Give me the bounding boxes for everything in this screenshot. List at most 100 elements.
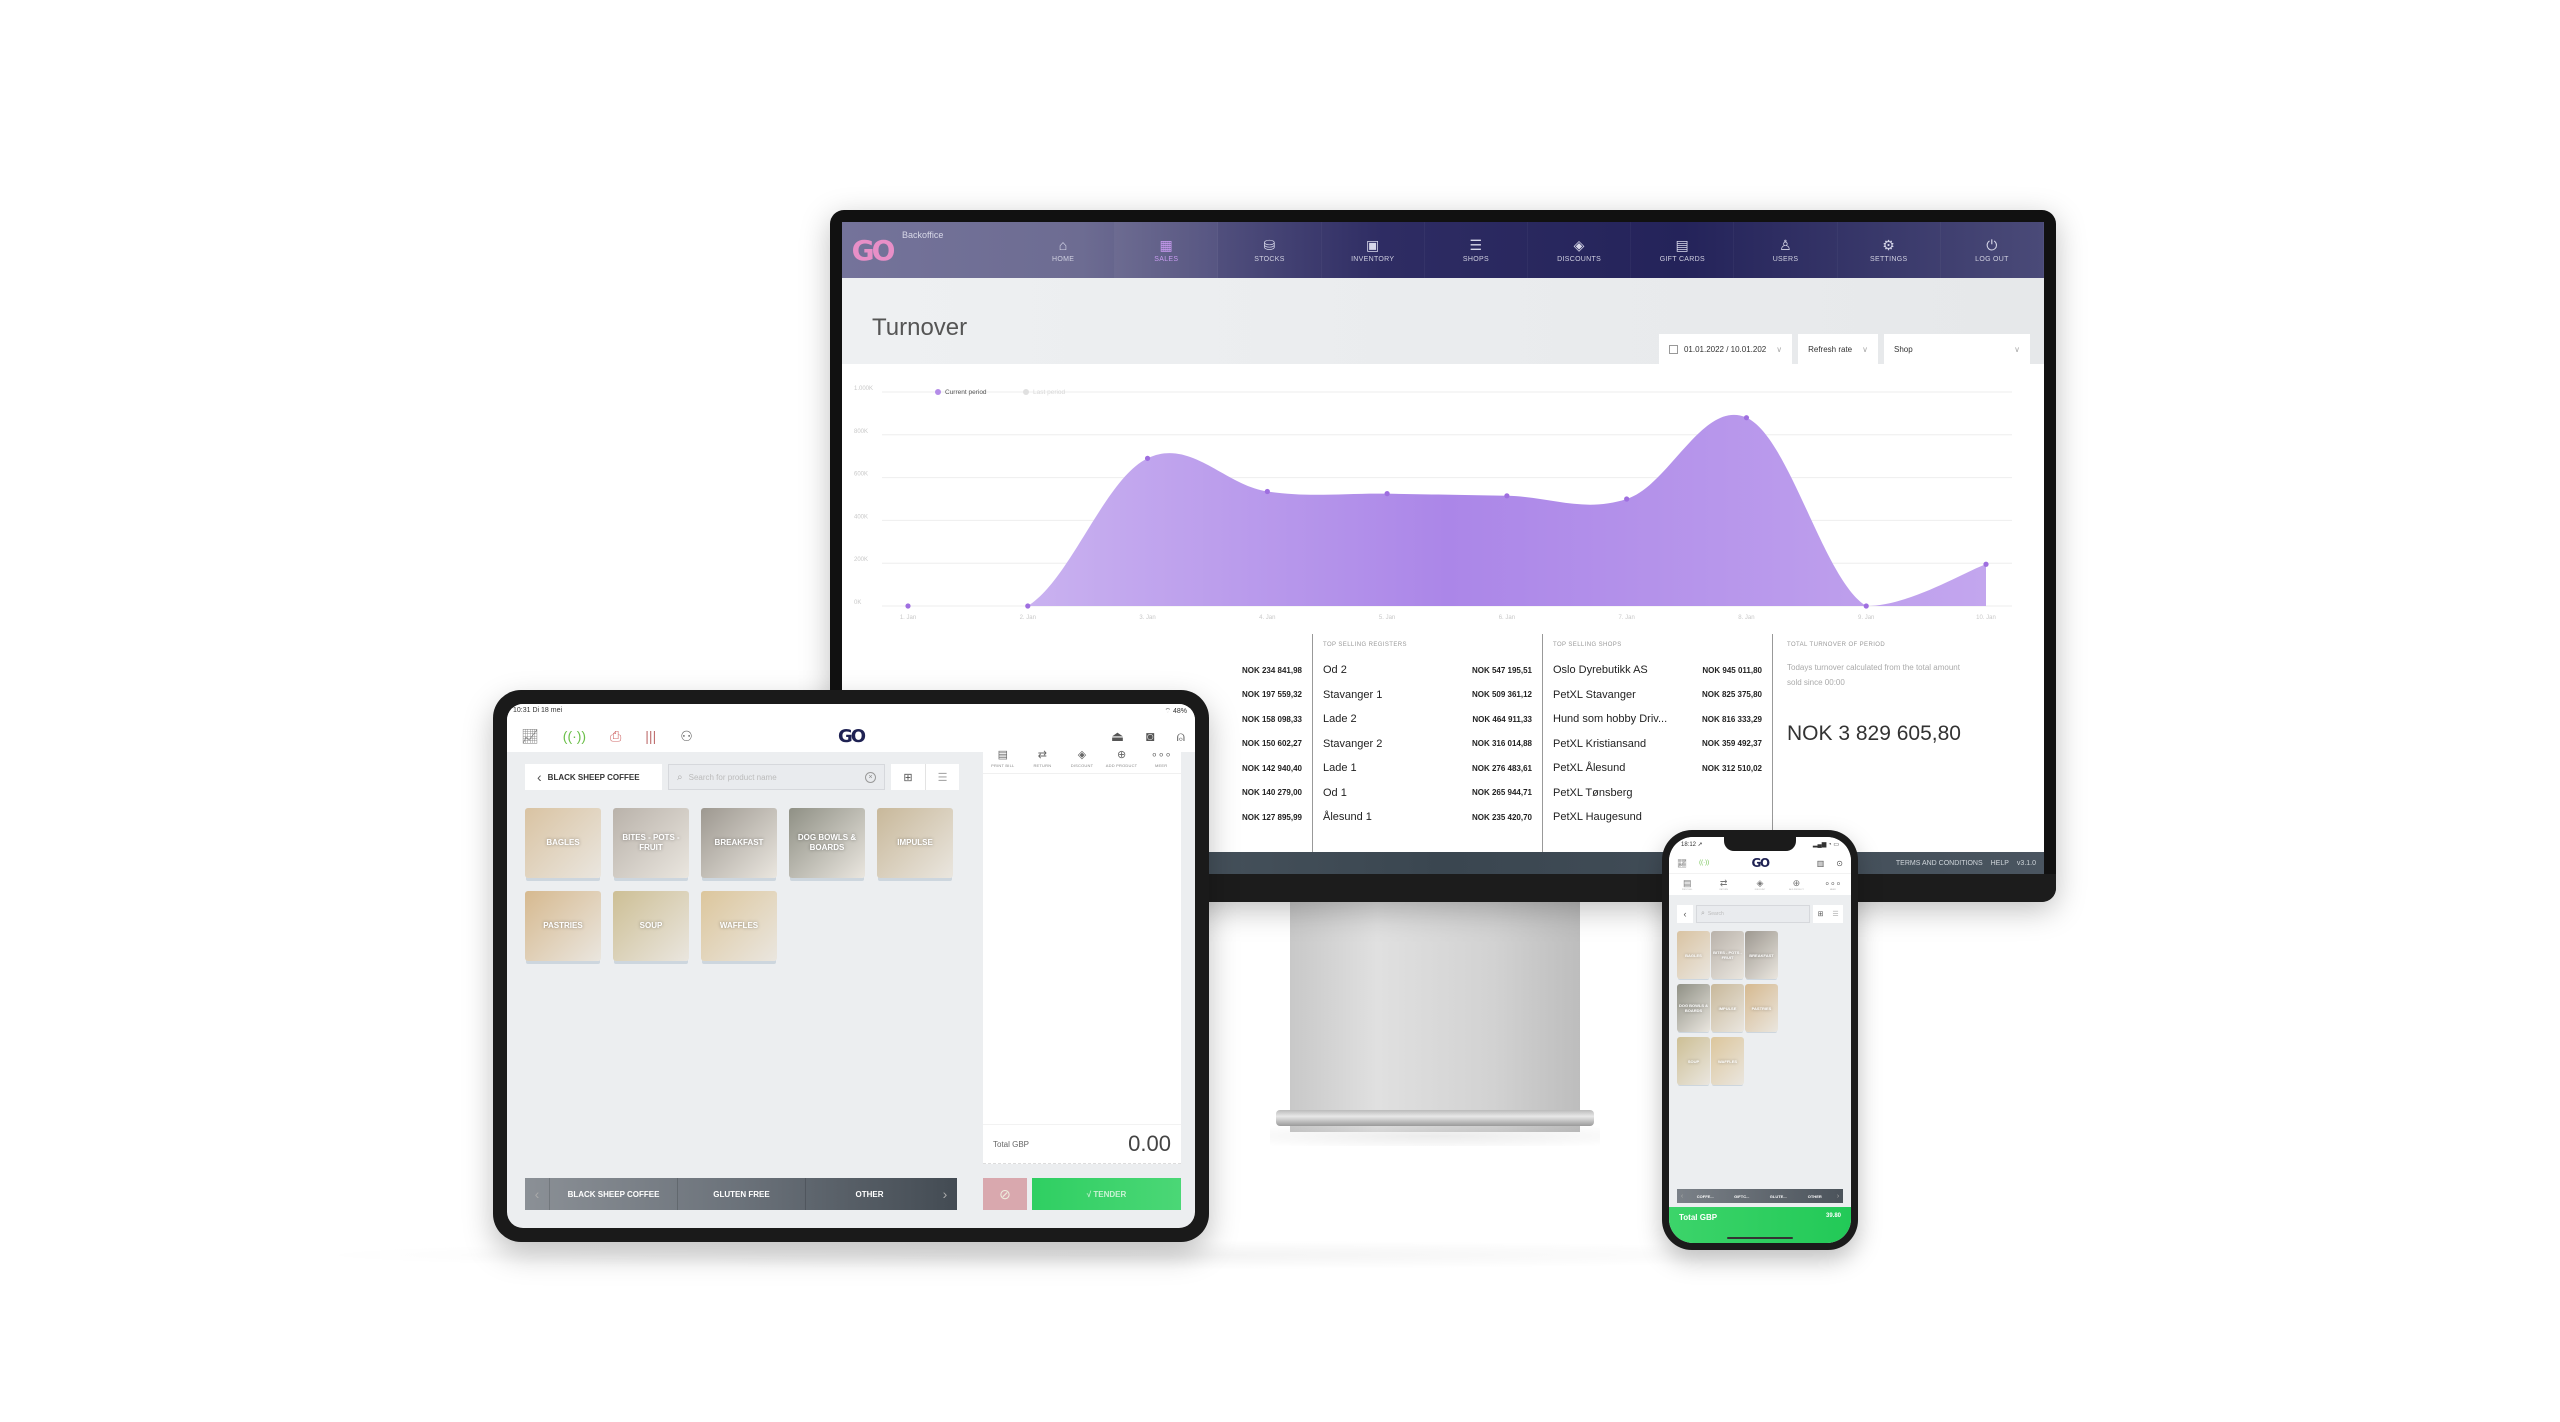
category-tile[interactable]: BITES - POTS - FRUIT	[1711, 931, 1744, 979]
category-tab[interactable]: GLUTEN FREE	[677, 1178, 805, 1210]
category-tile[interactable]: DOG BOWLS & BOARDS	[789, 808, 865, 878]
category-tab[interactable]: OTHER	[805, 1178, 933, 1210]
row-value: NOK 825 375,80	[1701, 690, 1762, 700]
list-view-button[interactable]: ☰	[925, 764, 959, 790]
signal-icon[interactable]: ((·))	[1699, 860, 1709, 866]
stats-icon[interactable]: 📈︎	[1677, 859, 1687, 868]
category-tab[interactable]: GIFTC...	[1724, 1189, 1761, 1203]
table-row: PetXL Haugesund	[1553, 805, 1762, 830]
row-value: NOK 158 098,33	[1241, 714, 1302, 724]
clock-out-icon[interactable]: ⚇	[680, 728, 693, 745]
phone-search-row: ‹ ⌕ ⊞ ☰	[1677, 905, 1843, 923]
list-view-button[interactable]: ☰	[1828, 905, 1843, 923]
action-return[interactable]: ⇄ RETURN	[1023, 744, 1063, 773]
barcode-icon[interactable]: |||	[645, 728, 656, 745]
category-tile[interactable]: SOUP	[1677, 1037, 1710, 1085]
chevron-left-icon[interactable]: ‹	[1677, 1189, 1687, 1203]
clear-search-icon[interactable]: ×	[865, 771, 876, 783]
category-tile[interactable]: PASTRIES	[1745, 984, 1778, 1032]
category-tile[interactable]: BREAKFAST	[701, 808, 777, 878]
grid-view-button[interactable]: ⊞	[891, 764, 925, 790]
y-tick-label: 0K	[854, 600, 861, 606]
category-tile[interactable]: BAGLES	[525, 808, 601, 878]
nav-item-users[interactable]: ♙ USERS	[1734, 222, 1838, 278]
category-tab[interactable]: OTHER	[1797, 1189, 1834, 1203]
help-link[interactable]: HELP	[1991, 860, 2009, 867]
x-tick-label: 1. Jan	[900, 615, 916, 621]
grid-view-button[interactable]: ⊞	[1813, 905, 1828, 923]
chevron-left-icon[interactable]: ‹	[525, 1178, 549, 1210]
return-icon: ⇄	[1719, 878, 1728, 888]
nav-item-discounts[interactable]: ◈ DISCOUNTS	[1528, 222, 1632, 278]
action-return[interactable]: ⇄ RETURN	[1705, 874, 1741, 895]
safe-icon[interactable]: ◙	[1146, 728, 1154, 745]
category-tile[interactable]: WAFFLES	[1711, 1037, 1744, 1085]
printer-icon[interactable]: ⎙	[610, 728, 621, 745]
go-logo[interactable]: GO	[842, 222, 902, 278]
terms-link[interactable]: TERMS AND CONDITIONS	[1896, 860, 1983, 867]
category-tile[interactable]: BITES - POTS - FRUIT	[613, 808, 689, 878]
nav-item-log-out[interactable]: ⏻ LOG OUT	[1941, 222, 2044, 278]
row-name: Ålesund 1	[1323, 811, 1372, 824]
category-tile[interactable]: BAGLES	[1677, 931, 1710, 979]
action-label: MEER	[1829, 889, 1836, 891]
category-tile[interactable]: BREAKFAST	[1745, 931, 1778, 979]
category-tab[interactable]: BLACK SHEEP COFFEE	[549, 1178, 677, 1210]
action-print-bill[interactable]: ▤ PRINT BILL	[983, 744, 1023, 773]
category-tile[interactable]: PASTRIES	[525, 891, 601, 961]
more-icon[interactable]: ⊙	[1836, 859, 1843, 868]
action-discount[interactable]: ◈ DISCOUNT	[1062, 744, 1102, 773]
user-icon[interactable]: ⍝	[1177, 728, 1185, 745]
nav-item-inventory[interactable]: ▣ INVENTORY	[1322, 222, 1425, 278]
row-name: PetXL Tønsberg	[1553, 786, 1633, 799]
category-tile[interactable]: WAFFLES	[701, 891, 777, 961]
category-tile[interactable]: DOG BOWLS & BOARDS	[1677, 984, 1710, 1032]
refresh-rate-select[interactable]: Refresh rate ∨	[1798, 334, 1878, 364]
data-point	[1863, 603, 1869, 609]
category-tile[interactable]: IMPULSE	[877, 808, 953, 878]
total-amount: 0.00	[1128, 1131, 1171, 1156]
back-button[interactable]: ‹	[1677, 905, 1693, 923]
cash-drawer-icon[interactable]: ⏏	[1111, 728, 1124, 745]
nav-item-sales[interactable]: ▦ SALES	[1115, 222, 1219, 278]
stats-icon[interactable]: 📈︎	[521, 728, 539, 745]
nav-item-gift-cards[interactable]: ▤ GIFT CARDS	[1631, 222, 1735, 278]
category-tile[interactable]: SOUP	[613, 891, 689, 961]
row-value: NOK 816 333,29	[1701, 714, 1762, 724]
category-tile[interactable]: IMPULSE	[1711, 984, 1744, 1032]
nav-item-settings[interactable]: ⚙ SETTINGS	[1838, 222, 1941, 278]
search-input[interactable]	[688, 772, 859, 782]
action-discount[interactable]: ◈ DISCOUNT	[1742, 874, 1778, 895]
chevron-right-icon[interactable]: ›	[1833, 1189, 1843, 1203]
category-tab[interactable]: GLUTE...	[1760, 1189, 1797, 1203]
phone-search-input[interactable]	[1707, 911, 1805, 917]
pos-tablet-screen: 10:31 Di 18 mei ⌔ 48% 📈︎ ((·)) ⎙ ||| ⚇ G…	[507, 704, 1195, 1228]
page-header: Turnover 01.01.2022 / 10.01.202 ∨ Refres…	[842, 278, 2044, 364]
back-button[interactable]: ‹ BLACK SHEEP COFFEE	[525, 764, 662, 790]
action-add-product[interactable]: ⊕ ADD PRODUCT	[1778, 874, 1814, 895]
category-tile-label: PASTRIES	[1751, 1005, 1772, 1011]
action-print-bill[interactable]: ▤ PRINT BILL	[1669, 874, 1705, 895]
signal-icon[interactable]: ((·))	[563, 728, 586, 745]
nav-item-shops[interactable]: ☰ SHOPS	[1425, 222, 1529, 278]
shop-select[interactable]: Shop ∨	[1884, 334, 2030, 364]
action-add-product[interactable]: ⊕ ADD PRODUCT	[1102, 744, 1142, 773]
chevron-right-icon[interactable]: ›	[933, 1178, 957, 1210]
search-icon: ⌕	[1701, 910, 1705, 917]
power-icon: ⏻	[1986, 237, 1998, 253]
void-button[interactable]: ⊘	[983, 1178, 1027, 1210]
tender-button[interactable]: √ TENDER	[1032, 1178, 1181, 1210]
date-range-picker[interactable]: 01.01.2022 / 10.01.202 ∨	[1658, 334, 1793, 364]
action-meer[interactable]: ∘∘∘ MEER	[1815, 874, 1851, 895]
phone-search-box: ⌕	[1696, 905, 1810, 923]
action-meer[interactable]: ∘∘∘ MEER	[1141, 744, 1181, 773]
return-icon: ⇄	[1037, 749, 1047, 761]
row-name: Oslo Dyrebutikk AS	[1553, 664, 1648, 677]
nav-item-stocks[interactable]: ⛁ STOCKS	[1218, 222, 1322, 278]
category-tile-label: BAGLES	[546, 838, 580, 847]
total-turnover-description: Todays turnover calculated from the tota…	[1787, 663, 1960, 687]
data-point	[1264, 488, 1270, 495]
nav-item-home[interactable]: ⌂ HOME	[1012, 222, 1116, 278]
category-tab[interactable]: COFFE...	[1687, 1189, 1724, 1203]
barcode-icon[interactable]: ▥	[1817, 859, 1825, 868]
